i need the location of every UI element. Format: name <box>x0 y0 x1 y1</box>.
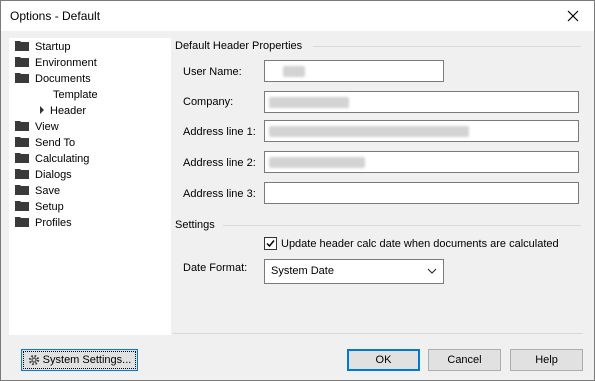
tree-item-label: Setup <box>35 201 64 213</box>
tree-item-save[interactable]: Save <box>15 183 60 199</box>
company-field[interactable] <box>264 91 579 113</box>
address-line-1-field[interactable] <box>264 120 579 142</box>
tree-item-startup[interactable]: Startup <box>15 39 70 55</box>
tree-item-view[interactable]: View <box>15 119 59 135</box>
redacted-value <box>283 66 305 77</box>
options-dialog: Options - Default Startup Environment Do… <box>0 0 595 381</box>
system-settings-label: System Settings... <box>42 354 132 366</box>
header-properties-title: Default Header Properties <box>175 40 303 52</box>
folder-icon <box>15 184 29 195</box>
tree-item-label: Profiles <box>35 217 72 229</box>
settings-title: Settings <box>175 219 215 231</box>
update-calc-date-label[interactable]: Update header calc date when documents a… <box>281 238 559 250</box>
close-button[interactable] <box>552 1 594 31</box>
folder-icon <box>15 56 29 67</box>
date-format-select[interactable]: System Date <box>264 259 444 284</box>
address-line-3-label: Address line 3: <box>183 188 256 200</box>
bottom-divider <box>173 333 583 334</box>
folder-icon <box>15 72 29 83</box>
tree-item-label: Template <box>53 89 98 101</box>
system-settings-button[interactable]: System Settings... <box>21 349 138 371</box>
tree-item-calculating[interactable]: Calculating <box>15 151 89 167</box>
folder-icon <box>15 120 29 131</box>
tree-item-header[interactable]: Header <box>40 103 86 119</box>
folder-icon <box>15 40 29 51</box>
date-format-label: Date Format: <box>183 262 248 274</box>
tree-item-template[interactable]: Template <box>53 87 98 103</box>
user-name-label: User Name: <box>183 66 242 78</box>
help-button[interactable]: Help <box>510 349 583 371</box>
tree-item-label: Documents <box>35 73 91 85</box>
ok-button[interactable]: OK <box>347 349 420 371</box>
cancel-button[interactable]: Cancel <box>428 349 501 371</box>
group-divider <box>313 46 581 47</box>
title-bar: Options - Default <box>1 1 594 31</box>
tree-item-dialogs[interactable]: Dialogs <box>15 167 72 183</box>
window-title: Options - Default <box>10 9 101 23</box>
expand-arrow-icon[interactable] <box>40 106 44 114</box>
tree-item-send-to[interactable]: Send To <box>15 135 75 151</box>
company-label: Company: <box>183 96 234 108</box>
tree-item-label: Startup <box>35 41 71 53</box>
tree-item-setup[interactable]: Setup <box>15 199 64 215</box>
tree-item-documents[interactable]: Documents <box>15 71 91 87</box>
update-calc-date-checkbox[interactable] <box>264 237 277 250</box>
redacted-value <box>269 157 365 168</box>
tree-item-profiles[interactable]: Profiles <box>15 215 72 231</box>
redacted-value <box>269 126 469 137</box>
tree-item-label: Header <box>50 105 87 117</box>
tree-item-label: Dialogs <box>35 169 72 181</box>
tree-item-environment[interactable]: Environment <box>15 55 97 71</box>
options-tree: Startup Environment Documents Template H… <box>9 38 171 335</box>
folder-icon <box>15 136 29 147</box>
checkmark-icon <box>266 240 275 248</box>
tree-item-label: Send To <box>35 137 76 149</box>
address-line-1-label: Address line 1: <box>183 126 256 138</box>
tree-item-label: Save <box>35 185 61 197</box>
redacted-value <box>269 97 349 108</box>
chevron-down-icon <box>427 268 437 274</box>
close-icon <box>567 10 579 22</box>
folder-icon <box>15 168 29 179</box>
user-name-field[interactable] <box>264 60 444 82</box>
address-line-2-field[interactable] <box>264 151 579 173</box>
date-format-value: System Date <box>271 265 334 277</box>
address-line-3-field[interactable] <box>264 182 579 204</box>
address-line-2-label: Address line 2: <box>183 157 256 169</box>
tree-item-label: View <box>35 121 59 133</box>
tree-item-label: Calculating <box>35 153 90 165</box>
folder-icon <box>15 216 29 227</box>
group-divider <box>223 225 581 226</box>
folder-icon <box>15 200 29 211</box>
gear-icon <box>28 354 39 366</box>
folder-icon <box>15 152 29 163</box>
tree-item-label: Environment <box>35 57 97 69</box>
